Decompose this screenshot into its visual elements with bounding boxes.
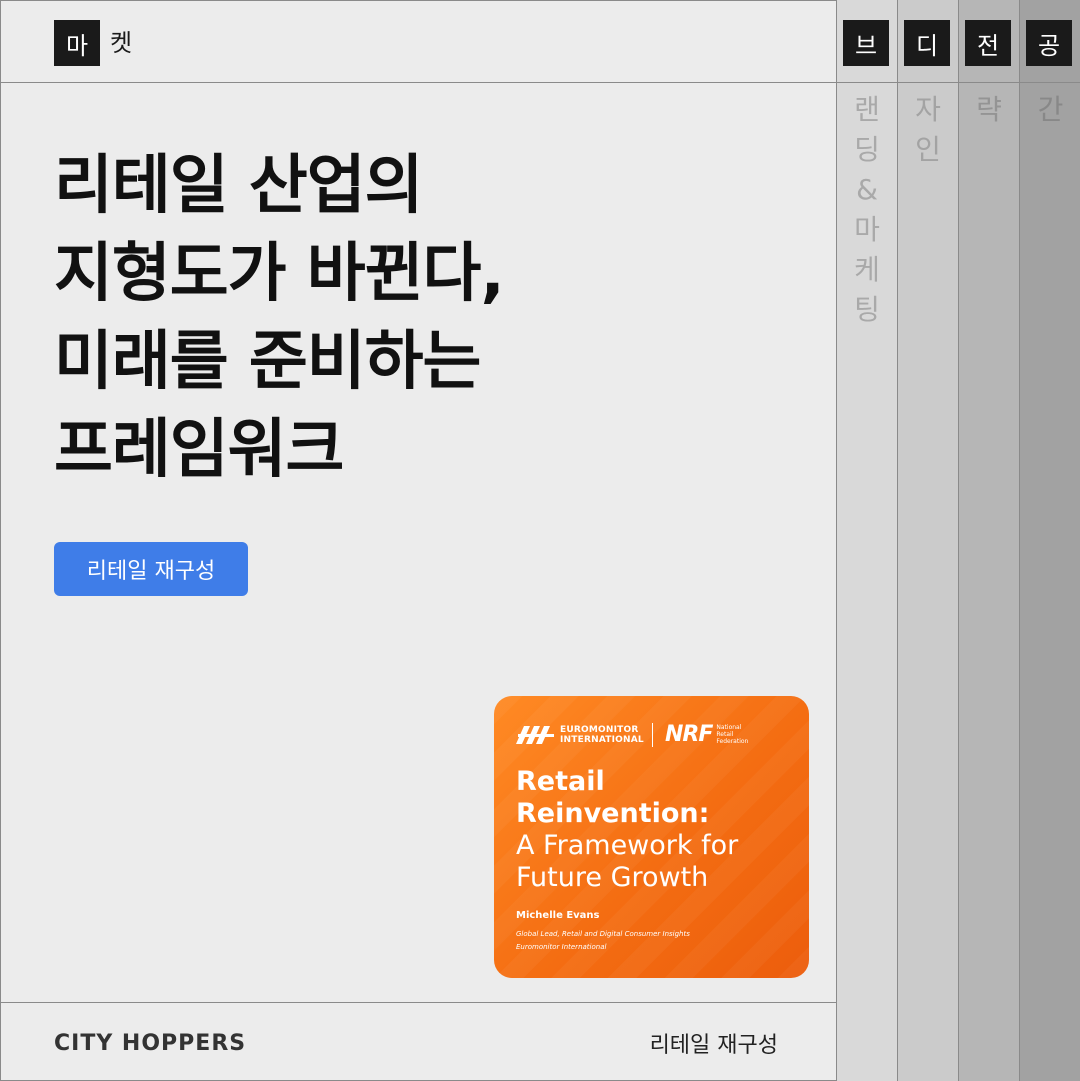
vertical-char: 마 <box>854 213 880 246</box>
headline-line: 프레임워크 <box>54 413 344 487</box>
column-vertical-label: 랜 딩 & 마 케 팅 <box>837 90 897 330</box>
column-tab[interactable]: 디 <box>904 20 950 66</box>
logo-divider <box>652 722 653 747</box>
euromonitor-logo-text: EUROMONITOR INTERNATIONAL <box>560 724 644 745</box>
column-strategy: 전 략 <box>958 0 1019 1081</box>
column-vertical-label: 자 인 <box>898 90 958 170</box>
column-tab[interactable]: 전 <box>965 20 1011 66</box>
report-cover-image: EUROMONITOR INTERNATIONAL NRF National R… <box>494 696 809 978</box>
vertical-char: 팅 <box>854 293 880 326</box>
report-author: Michelle Evans <box>516 910 600 921</box>
nrf-logo: NRF <box>665 722 713 747</box>
vertical-char: 인 <box>915 133 941 166</box>
headline-line: 리테일 산업의 <box>54 149 424 223</box>
column-vertical-label: 간 <box>1020 90 1080 130</box>
report-title: Retail Reinvention: <box>516 766 710 829</box>
top-bar: 마 켓 <box>0 0 836 83</box>
column-tab[interactable]: 공 <box>1026 20 1072 66</box>
brand-logo: CITY HOPPERS <box>54 1031 247 1056</box>
headline-line: 미래를 준비하는 <box>54 325 481 399</box>
column-space: 공 간 <box>1019 0 1080 1081</box>
topic-tag-button[interactable]: 리테일 재구성 <box>54 542 248 596</box>
report-subtitle: A Framework for Future Growth <box>516 830 739 893</box>
column-design: 디 자 인 <box>897 0 958 1081</box>
vertical-char: 케 <box>854 253 880 286</box>
vertical-char: 랜 <box>854 93 880 126</box>
report-author-role: Global Lead, Retail and Digital Consumer… <box>516 930 690 951</box>
vertical-char: 략 <box>976 93 1002 126</box>
footer: CITY HOPPERS 리테일 재구성 <box>0 1002 836 1081</box>
column-branding: 브 랜 딩 & 마 케 팅 <box>836 0 897 1081</box>
nrf-logo-subtext: National Retail Federation <box>716 724 749 745</box>
column-vertical-label: 략 <box>959 90 1019 130</box>
column-tab[interactable]: 브 <box>843 20 889 66</box>
vertical-char: 간 <box>1037 93 1064 126</box>
headline-line: 지형도가 바뀐다, <box>54 237 505 311</box>
vertical-char: 자 <box>915 93 941 126</box>
euromonitor-logo-icon <box>516 725 554 744</box>
category-box-marketing: 마 <box>54 20 100 66</box>
vertical-char: 딩 <box>854 133 880 166</box>
vertical-char: & <box>856 173 878 206</box>
category-text-marketing: 켓 <box>110 29 133 57</box>
headline: 리테일 산업의 지형도가 바뀐다, 미래를 준비하는 프레임워크 <box>54 142 754 494</box>
footer-topic-label: 리테일 재구성 <box>649 1033 778 1058</box>
partner-logos: EUROMONITOR INTERNATIONAL NRF National R… <box>516 722 756 747</box>
